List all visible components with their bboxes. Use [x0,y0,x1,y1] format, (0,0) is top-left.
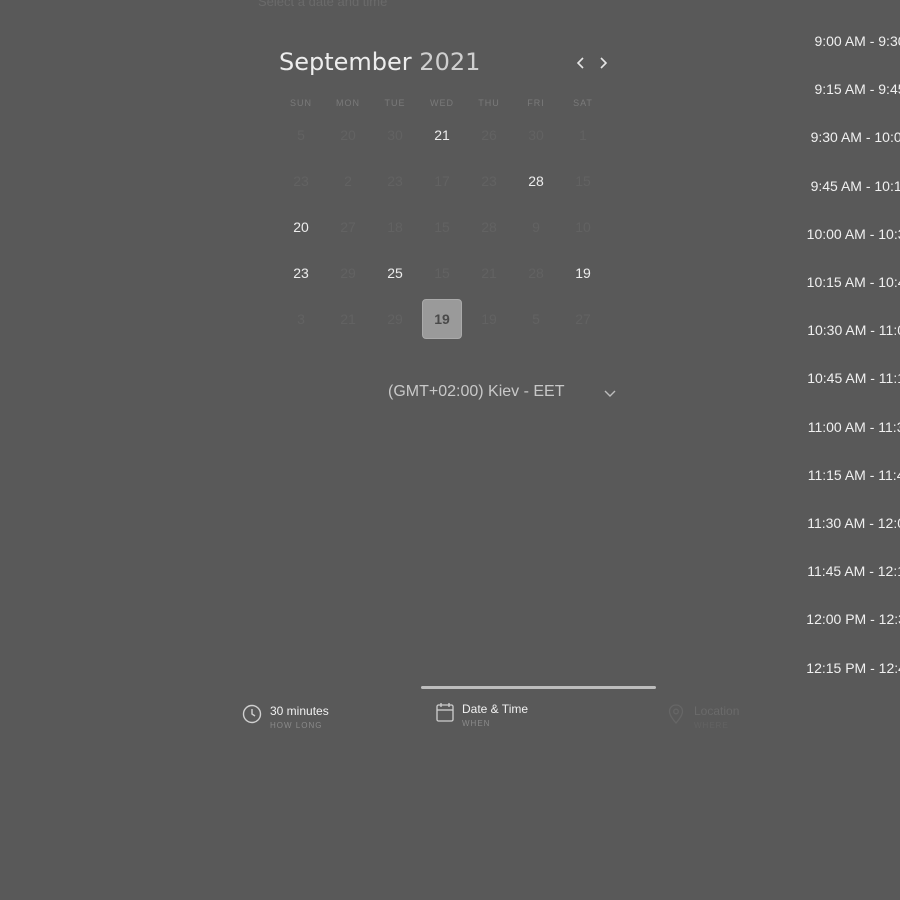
calendar-day: 29 [387,311,403,327]
calendar-day: 23 [293,173,309,189]
step-datetime-label: Date & Time [462,702,529,716]
calendar-day: 20 [340,127,356,143]
calendar-day: 27 [340,219,356,235]
time-slot-button[interactable]: 10:15 AM - 10:45 [790,274,900,290]
time-slot-button[interactable]: 9:30 AM - 10:00 [790,129,900,145]
calendar-day: 5 [532,311,540,327]
time-slot-button[interactable]: 11:00 AM - 11:30 [790,419,900,435]
calendar-day: 26 [481,127,497,143]
calendar-day: 15 [434,265,450,281]
time-slot-button[interactable]: 10:30 AM - 11:00 [790,322,900,338]
calendar-day: 28 [528,265,544,281]
time-slot-button[interactable]: 11:15 AM - 11:45 [790,467,900,483]
calendar-day: 18 [387,219,403,235]
calendar-day[interactable]: 21 [422,115,462,155]
step-location-sub: WHERE [694,721,729,730]
step-duration-label: 30 minutes [270,704,329,718]
calendar-day: 2 [344,173,352,189]
weekday-label-sun: SUN [289,98,312,108]
weekday-label-tue: TUE [384,98,406,108]
calendar-icon [436,703,454,722]
time-slot-button[interactable]: 9:45 AM - 10:15 [790,178,900,194]
time-slot-button[interactable]: 9:00 AM - 9:30 [790,33,900,49]
calendar-day: 19 [481,311,497,327]
weekday-label-mon: MON [336,98,360,108]
year-label: 2021 [419,48,481,76]
calendar-day: 1 [579,127,587,143]
calendar-day: 27 [575,311,591,327]
weekday-label-thu: THU [478,98,500,108]
calendar-day: 5 [297,127,305,143]
calendar-day: 15 [575,173,591,189]
month-label: September [279,48,412,76]
calendar-day: 3 [297,311,305,327]
weekday-label-fri: FRI [527,98,545,108]
calendar-day: 21 [340,311,356,327]
calendar-day: 17 [434,173,450,189]
time-slot-button[interactable]: 10:45 AM - 11:15 [790,370,900,386]
calendar-day[interactable]: 19 [563,253,603,293]
calendar-day[interactable]: 23 [281,253,321,293]
weekday-label-wed: WED [430,98,454,108]
page-subtitle: Select a date and time [258,0,388,9]
time-slot-button[interactable]: 12:15 PM - 12:45 [790,660,900,676]
month-year-title: September 2021 [279,48,480,76]
calendar-day: 23 [481,173,497,189]
step-location: Location WHERE [668,704,739,730]
calendar-day: 10 [575,219,591,235]
calendar-day: 28 [481,219,497,235]
step-datetime-sub: WHEN [462,719,491,728]
map-pin-icon [668,704,684,724]
step-duration: 30 minutes HOW LONG [242,704,329,730]
calendar-day: 23 [387,173,403,189]
step-datetime: Date & Time WHEN [436,702,528,728]
selected-day[interactable]: 19 [422,299,462,339]
calendar-day: 15 [434,219,450,235]
calendar-day: 29 [340,265,356,281]
time-slot-button[interactable]: 10:00 AM - 10:30 [790,226,900,242]
chevron-down-icon[interactable] [602,386,618,402]
time-slot-button[interactable]: 11:45 AM - 12:15 [790,563,900,579]
calendar-day: 9 [532,219,540,235]
calendar-day[interactable]: 25 [375,253,415,293]
timezone-select[interactable]: (GMT+02:00) Kiev - EET [388,383,565,401]
step-location-label: Location [694,704,740,718]
chevron-right-icon [600,57,608,69]
time-slot-button[interactable]: 12:00 PM - 12:30 [790,611,900,627]
calendar-day: 30 [528,127,544,143]
calendar-day[interactable]: 28 [516,161,556,201]
time-slot-button[interactable]: 9:15 AM - 9:45 [790,81,900,97]
active-step-indicator [421,686,656,689]
previous-month-button[interactable] [572,52,590,74]
calendar-day: 21 [481,265,497,281]
calendar-day: 30 [387,127,403,143]
chevron-left-icon [576,57,584,69]
next-month-button[interactable] [594,52,612,74]
clock-icon [242,704,262,724]
calendar-day[interactable]: 20 [281,207,321,247]
time-slot-button[interactable]: 11:30 AM - 12:00 [790,515,900,531]
weekday-label-sat: SAT [573,98,593,108]
step-duration-sub: HOW LONG [270,721,323,730]
